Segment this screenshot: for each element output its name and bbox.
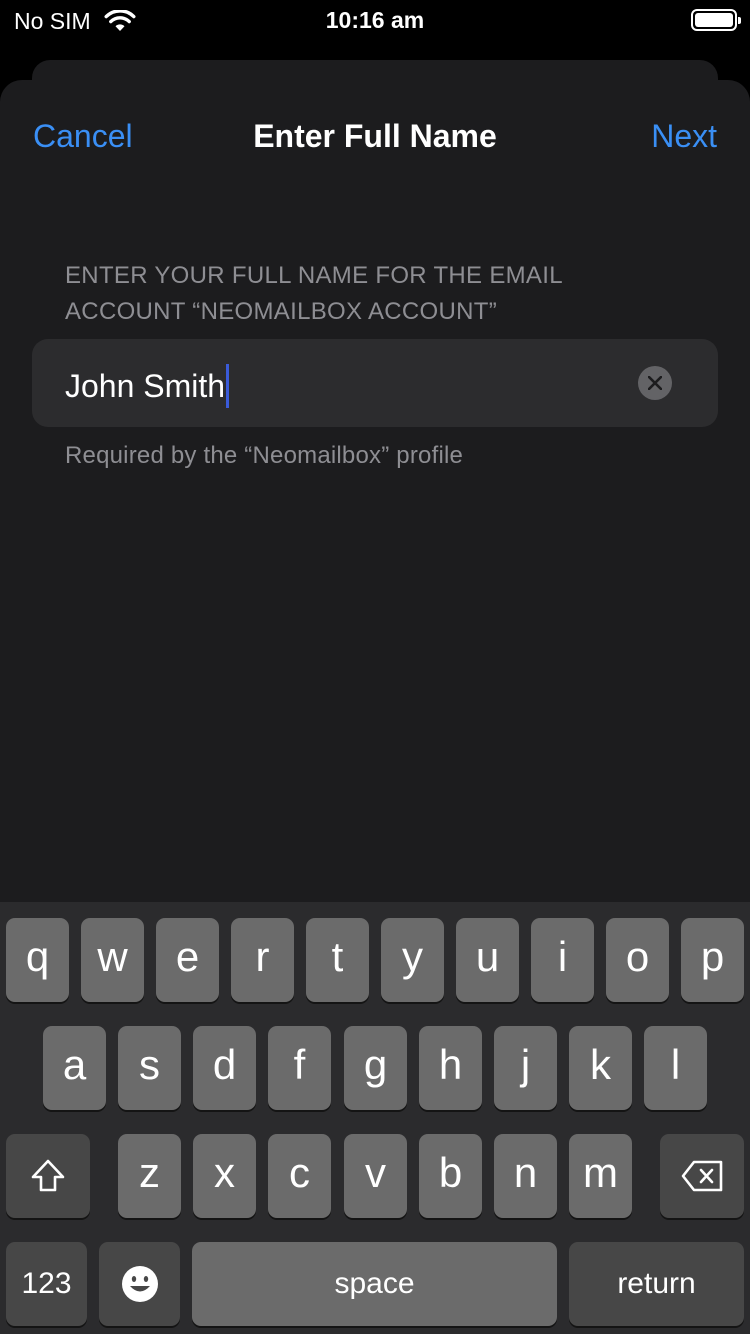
key-g[interactable]: g <box>344 1026 407 1110</box>
key-w[interactable]: w <box>81 918 144 1002</box>
key-d[interactable]: d <box>193 1026 256 1110</box>
key-n[interactable]: n <box>494 1134 557 1218</box>
key-l[interactable]: l <box>644 1026 707 1110</box>
emoji-icon <box>121 1266 158 1302</box>
shift-key[interactable] <box>6 1134 90 1218</box>
key-z[interactable]: z <box>118 1134 181 1218</box>
text-caret <box>226 364 230 408</box>
key-o[interactable]: o <box>606 918 669 1002</box>
return-key[interactable]: return <box>569 1242 744 1326</box>
key-j[interactable]: j <box>494 1026 557 1110</box>
key-f[interactable]: f <box>268 1026 331 1110</box>
key-e[interactable]: e <box>156 918 219 1002</box>
key-r[interactable]: r <box>231 918 294 1002</box>
key-t[interactable]: t <box>306 918 369 1002</box>
status-bar: No SIM 10:16 am <box>0 0 750 42</box>
key-h[interactable]: h <box>419 1026 482 1110</box>
key-m[interactable]: m <box>569 1134 632 1218</box>
delete-key[interactable] <box>660 1134 744 1218</box>
battery-icon <box>691 9 741 31</box>
full-name-input[interactable]: John Smith <box>65 364 230 408</box>
clear-text-button[interactable] <box>638 366 672 400</box>
key-x[interactable]: x <box>193 1134 256 1218</box>
key-c[interactable]: c <box>268 1134 331 1218</box>
key-v[interactable]: v <box>344 1134 407 1218</box>
section-header: ENTER YOUR FULL NAME FOR THE EMAIL ACCOU… <box>65 262 562 325</box>
status-time: 10:16 am <box>325 7 425 33</box>
full-name-value: John Smith <box>65 367 226 404</box>
key-q[interactable]: q <box>6 918 69 1002</box>
emoji-key[interactable] <box>99 1242 180 1326</box>
next-button[interactable]: Next <box>651 118 717 155</box>
keyboard: q w e r t y u i o p a s d f g h j k l z … <box>0 902 750 1334</box>
space-key[interactable]: space <box>192 1242 557 1326</box>
key-a[interactable]: a <box>43 1026 106 1110</box>
backspace-icon <box>681 1160 723 1192</box>
clear-x-icon <box>648 376 662 390</box>
key-s[interactable]: s <box>118 1026 181 1110</box>
section-footer: Required by the “Neomailbox” profile <box>65 442 464 469</box>
key-y[interactable]: y <box>381 918 444 1002</box>
numbers-key[interactable]: 123 <box>6 1242 87 1326</box>
key-b[interactable]: b <box>419 1134 482 1218</box>
key-p[interactable]: p <box>681 918 744 1002</box>
page-title: Enter Full Name <box>253 118 497 154</box>
key-u[interactable]: u <box>456 918 519 1002</box>
full-name-field[interactable]: John Smith <box>32 339 718 427</box>
key-k[interactable]: k <box>569 1026 632 1110</box>
key-i[interactable]: i <box>531 918 594 1002</box>
shift-icon <box>31 1159 65 1192</box>
